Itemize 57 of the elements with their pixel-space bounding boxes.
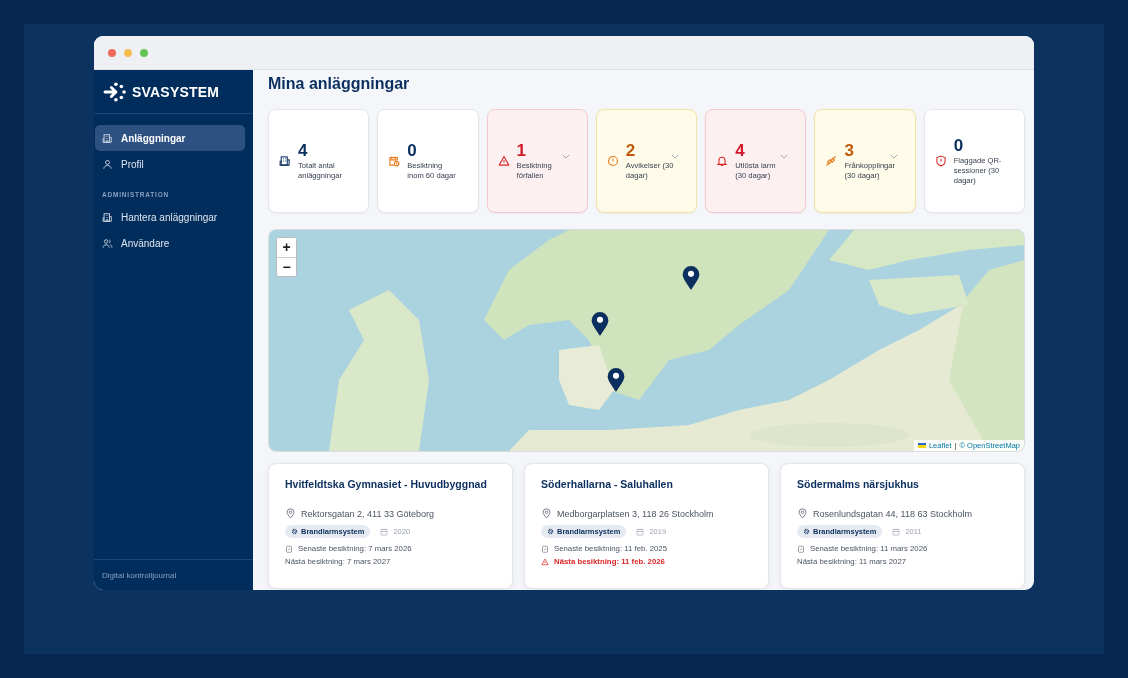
stat-value: 4 (735, 141, 745, 161)
flag-icon (917, 443, 926, 448)
facility-name: Södermalms närsjukhus (797, 478, 920, 490)
maximize-dot-icon[interactable] (140, 48, 148, 57)
chevron-down-icon[interactable] (561, 154, 570, 159)
user-icon (102, 158, 113, 170)
warning-icon (541, 557, 549, 566)
footer-text: Digital kontrolljournal (102, 570, 177, 580)
minimize-dot-icon[interactable] (124, 48, 132, 57)
map-pin-icon[interactable] (590, 310, 610, 337)
stat-value: 0 (407, 141, 417, 161)
gear-icon (547, 528, 554, 535)
calendar-icon (380, 527, 389, 536)
nav-item[interactable]: Profil (95, 151, 245, 177)
brand-name: SVASYSTEM (132, 83, 220, 100)
stat-value: 1 (516, 141, 527, 161)
clipboard-check-icon (797, 544, 805, 553)
close-dot-icon[interactable] (108, 48, 116, 57)
stat-value: 0 (953, 136, 964, 156)
facility-address: Medborgarplatsen 3, 118 26 Stockholm (557, 508, 714, 519)
calendar-clock-icon (388, 155, 401, 167)
chevron-down-icon[interactable] (780, 154, 789, 159)
map-pin-icon[interactable] (606, 367, 626, 393)
building-icon (102, 211, 113, 223)
location-pin-icon (797, 508, 808, 519)
calendar-icon (892, 527, 901, 536)
clipboard-check-icon (541, 544, 549, 553)
location-pin-icon (285, 508, 296, 519)
nav-item[interactable]: Användare (95, 230, 245, 256)
building-icon (102, 132, 113, 144)
facility-address: Rektorsgatan 2, 411 33 Göteborg (301, 508, 434, 519)
stat-value: 4 (298, 141, 308, 161)
plug-icon (825, 155, 838, 167)
chevron-down-icon[interactable] (671, 154, 680, 159)
clipboard-check-icon (285, 544, 293, 553)
facility-name: Hvitfeldtska Gymnasiet - Huvudbyggnad (285, 478, 488, 490)
logo-icon (103, 81, 127, 102)
facility-name: Söderhallarna - Saluhallen (541, 478, 674, 490)
facility-address: Rosenlundsgatan 44, 118 63 Stockholm (813, 508, 972, 519)
users-icon (102, 237, 113, 249)
bell-icon (716, 155, 729, 167)
stat-value: 2 (625, 141, 636, 161)
shield-icon (934, 155, 947, 167)
warning-icon (497, 155, 510, 167)
calendar-icon (636, 527, 645, 536)
gear-icon (803, 528, 810, 535)
building-icon (279, 155, 291, 167)
nav-item[interactable]: Hantera anläggningar (95, 204, 245, 230)
nav-item[interactable]: Anläggningar (95, 125, 245, 151)
gear-icon (291, 528, 298, 535)
chevron-down-icon[interactable] (889, 154, 898, 159)
zoom-out-button[interactable]: − (277, 257, 296, 276)
location-pin-icon (541, 508, 552, 519)
page-title: Mina anläggningar (268, 74, 411, 94)
map-pin-icon[interactable] (681, 265, 701, 292)
stat-value: 3 (844, 141, 854, 161)
exclamation-circle-icon (606, 155, 619, 167)
